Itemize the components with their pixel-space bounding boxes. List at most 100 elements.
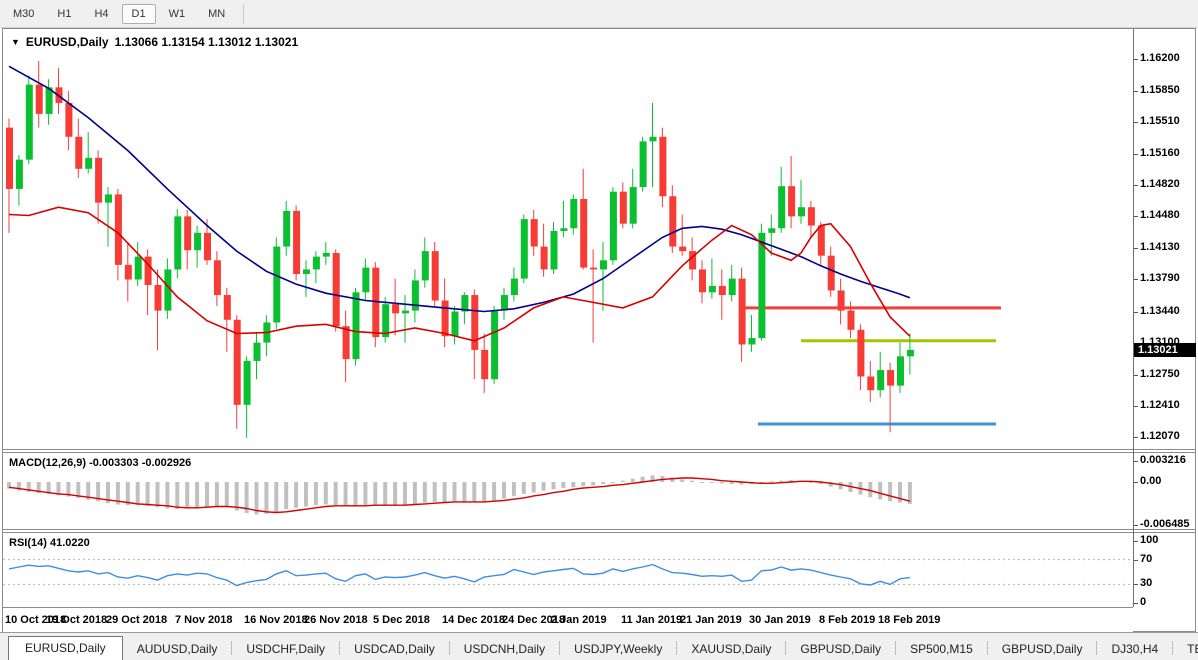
macd-histogram-bar (878, 482, 882, 499)
rsi-pane[interactable]: RSI(14) 41.0220 (3, 533, 1133, 607)
candle-body (224, 295, 231, 320)
macd-axis-tick: 0.00 (1140, 475, 1161, 487)
macd-histogram-bar (581, 482, 585, 486)
candle-body (511, 279, 518, 295)
time-axis-label: 14 Dec 2018 (442, 614, 505, 626)
candle-body (650, 137, 657, 142)
price-axis-tick: 1.12070 (1140, 430, 1180, 442)
price-axis-tick: 1.15160 (1140, 147, 1180, 159)
chart-tab-dj30-h4[interactable]: DJ30,H4 (1097, 638, 1172, 660)
candle-body (6, 128, 13, 189)
ma-red-line (9, 207, 910, 341)
price-axis-tick: 1.13790 (1140, 272, 1180, 284)
chart-tab-xauusd-daily[interactable]: XAUUSD,Daily (677, 638, 785, 660)
candle-body (333, 253, 340, 326)
macd-histogram-bar (354, 482, 358, 506)
candle-body (75, 137, 82, 169)
timeframe-button-d1[interactable]: D1 (122, 4, 156, 24)
macd-signal-line (9, 478, 910, 513)
candle-body (155, 285, 162, 311)
chart-tab-usdcnh-daily[interactable]: USDCNH,Daily (450, 638, 559, 660)
macd-histogram-bar (363, 482, 367, 505)
candle-body (838, 290, 845, 310)
candle-body (580, 199, 587, 268)
time-axis-label: 7 Nov 2018 (175, 614, 232, 626)
candle-body (481, 350, 488, 379)
candle-body (887, 370, 894, 386)
candle-body (313, 257, 320, 270)
chart-window[interactable]: ▼ EURUSD,Daily 1.13066 1.13154 1.13012 1… (2, 28, 1196, 632)
macd-histogram-bar (156, 482, 160, 507)
macd-histogram-bar (631, 479, 635, 482)
candle-body (877, 370, 884, 390)
timeframe-button-h1[interactable]: H1 (47, 4, 81, 24)
candle-body (501, 295, 508, 311)
candle-body (402, 311, 409, 314)
chevron-down-icon[interactable]: ▼ (11, 37, 20, 47)
macd-histogram-bar (274, 482, 278, 512)
chart-tab-eurusd-daily[interactable]: EURUSD,Daily (8, 636, 123, 660)
chart-symbol-label: EURUSD,Daily (26, 35, 109, 49)
candle-body (471, 295, 478, 350)
candle-body (788, 186, 795, 216)
macd-histogram-bar (472, 482, 476, 503)
candle-body (194, 233, 201, 250)
timeframe-button-w1[interactable]: W1 (159, 4, 196, 24)
chart-tab-usdjpy-weekly[interactable]: USDJPY,Weekly (560, 638, 676, 660)
candle-body (422, 251, 429, 280)
time-axis-label: 16 Nov 2018 (244, 614, 308, 626)
candle-body (65, 103, 72, 137)
chart-tab-usdchf-daily[interactable]: USDCHF,Daily (232, 638, 339, 660)
chart-ohlc-values: 1.13066 1.13154 1.13012 1.13021 (115, 35, 299, 49)
macd-histogram-bar (690, 481, 694, 482)
rsi-axis-tick: 100 (1140, 534, 1158, 546)
candle-body (105, 194, 112, 202)
candle-body (560, 228, 567, 231)
timeframe-button-mn[interactable]: MN (198, 4, 235, 24)
candle-body (303, 269, 310, 274)
candle-body (343, 326, 350, 359)
candle-body (857, 330, 864, 377)
macd-histogram-bar (175, 482, 179, 509)
macd-histogram-bar (621, 481, 625, 482)
candle-body (541, 247, 548, 270)
rsi-axis-tick: 70 (1140, 553, 1152, 565)
candle-body (758, 233, 765, 338)
candle-body (115, 194, 122, 264)
macd-histogram-bar (453, 482, 457, 501)
macd-histogram-bar (462, 482, 466, 502)
rsi-axis-tick: 0 (1140, 596, 1146, 608)
timeframe-button-m30[interactable]: M30 (3, 4, 44, 24)
macd-histogram-bar (215, 482, 219, 506)
candle-body (244, 361, 251, 405)
chart-tab-tech100-[interactable]: TECH100, (1173, 638, 1198, 660)
chart-tab-sp500-m15[interactable]: SP500,M15 (896, 638, 987, 660)
time-axis-label: 11 Jan 2019 (621, 614, 682, 626)
macd-pane[interactable]: MACD(12,26,9) -0.003303 -0.002926 (3, 453, 1133, 529)
macd-histogram-bar (383, 482, 387, 505)
price-axis-tick: 1.12750 (1140, 368, 1180, 380)
candle-body (699, 269, 706, 292)
timeframe-button-h4[interactable]: H4 (84, 4, 118, 24)
candle-body (204, 233, 211, 260)
macd-values: -0.003303 -0.002926 (89, 457, 191, 469)
candle-body (125, 265, 132, 280)
chart-tab-gbpusd-daily[interactable]: GBPUSD,Daily (988, 638, 1097, 660)
candle-body (293, 211, 300, 274)
price-pane[interactable] (3, 29, 1133, 451)
rsi-axis-tick: 30 (1140, 577, 1152, 589)
candle-body (323, 253, 330, 257)
chart-tab-audusd-daily[interactable]: AUDUSD,Daily (123, 638, 232, 660)
candle-body (214, 260, 221, 295)
chart-tab-usdcad-daily[interactable]: USDCAD,Daily (340, 638, 449, 660)
chart-tab-gbpusd-daily[interactable]: GBPUSD,Daily (786, 638, 895, 660)
candle-body (739, 279, 746, 345)
chart-title: ▼ EURUSD,Daily 1.13066 1.13154 1.13012 1… (11, 35, 298, 49)
macd-histogram-bar (235, 482, 239, 510)
time-axis[interactable]: 10 Oct 201819 Oct 201829 Oct 20187 Nov 2… (3, 607, 1133, 634)
macd-histogram-bar (809, 482, 813, 483)
macd-histogram-bar (413, 482, 417, 504)
candle-body (630, 187, 637, 224)
macd-histogram-bar (611, 482, 615, 483)
time-axis-label: 29 Oct 2018 (106, 614, 167, 626)
